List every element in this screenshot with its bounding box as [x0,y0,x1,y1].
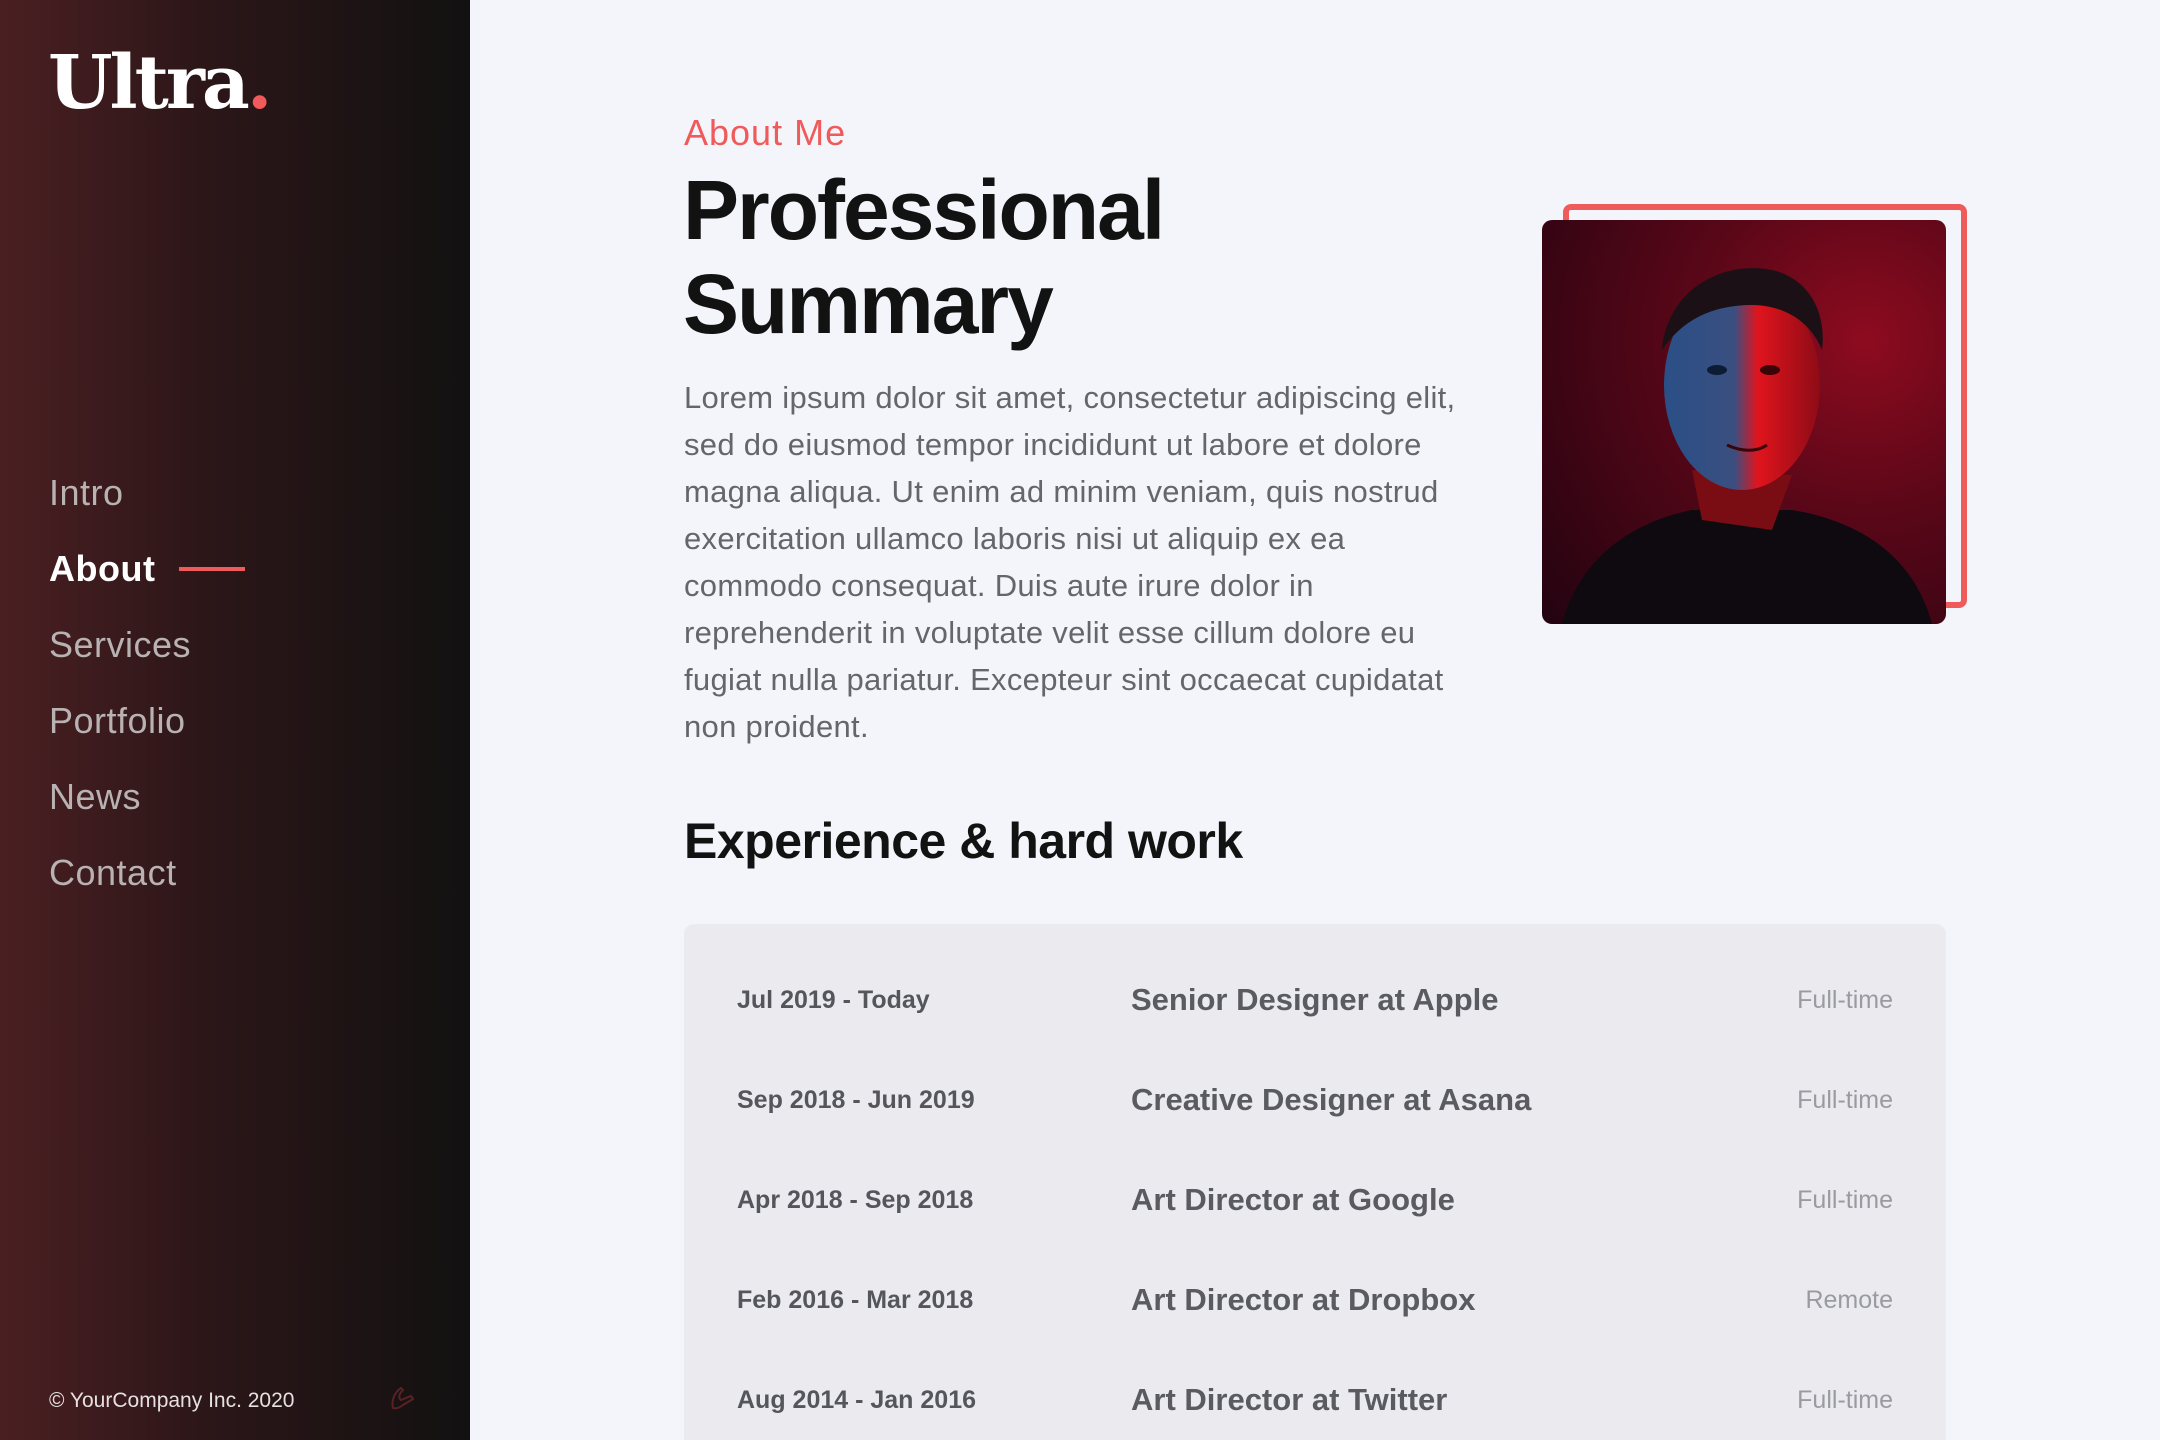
experience-type: Remote [1805,1285,1893,1314]
summary-text: Lorem ipsum dolor sit amet, consectetur … [684,380,1456,744]
logo-text: Ultra [48,40,250,126]
experience-role: Senior Designer at Apple [1131,982,1499,1017]
section-eyebrow: About Me [684,112,847,153]
nav-item-label: Services [49,624,192,665]
nav-item-label: News [49,776,142,817]
nav-item-label: Intro [49,472,124,513]
experience-date: Aug 2014 - Jan 2016 [737,1385,977,1414]
logo-dot: . [246,40,273,126]
experience-type: Full-time [1797,1085,1893,1114]
experience-card: Jul 2019 - Today Senior Designer at Appl… [684,924,1946,1440]
experience-row: Apr 2018 - Sep 2018 Art Director at Goog… [684,1150,1946,1250]
nav-item-contact[interactable]: Contact [49,835,245,911]
nav-item-intro[interactable]: Intro [49,455,245,531]
hand-icon [391,1386,415,1410]
nav-item-portfolio[interactable]: Portfolio [49,683,245,759]
sidebar: Ultra. Intro About Services Portfolio Ne… [0,0,470,1440]
experience-row: Aug 2014 - Jan 2016 Art Director at Twit… [684,1350,1946,1440]
experience-type: Full-time [1797,1385,1893,1414]
main-content: About Me Professional Summary Lorem ipsu… [470,0,2160,1440]
nav-item-services[interactable]: Services [49,607,245,683]
experience-date: Sep 2018 - Jun 2019 [737,1085,975,1114]
experience-type: Full-time [1797,1185,1893,1214]
page-title-line2: Summary [683,257,1054,351]
experience-row: Feb 2016 - Mar 2018 Art Director at Drop… [684,1250,1946,1350]
page-title: Professional Summary [683,163,1383,351]
nav-item-news[interactable]: News [49,759,245,835]
nav-item-about[interactable]: About [49,531,246,607]
experience-row: Sep 2018 - Jun 2019 Creative Designer at… [684,1050,1946,1150]
experience-date: Jul 2019 - Today [737,985,930,1014]
page-title-line1: Professional [683,163,1165,257]
copyright: © YourCompany Inc. 2020 [49,1389,295,1412]
experience-role: Creative Designer at Asana [1131,1082,1532,1117]
experience-date: Feb 2016 - Mar 2018 [737,1285,974,1314]
main-nav: Intro About Services Portfolio News Cont… [49,455,246,911]
experience-heading: Experience & hard work [684,813,1243,869]
profile-photo [1542,220,1946,624]
nav-item-label: Portfolio [49,700,186,741]
nav-item-label: Contact [49,852,177,893]
portrait-illustration [1562,268,1932,624]
experience-role: Art Director at Google [1131,1182,1455,1217]
experience-role: Art Director at Twitter [1131,1382,1448,1417]
experience-row: Jul 2019 - Today Senior Designer at Appl… [684,950,1946,1050]
logo[interactable]: Ultra. [48,40,273,126]
nav-item-label: About [49,548,156,589]
experience-type: Full-time [1797,985,1893,1014]
active-indicator [179,567,246,571]
experience-role: Art Director at Dropbox [1131,1282,1476,1317]
experience-date: Apr 2018 - Sep 2018 [737,1185,974,1214]
